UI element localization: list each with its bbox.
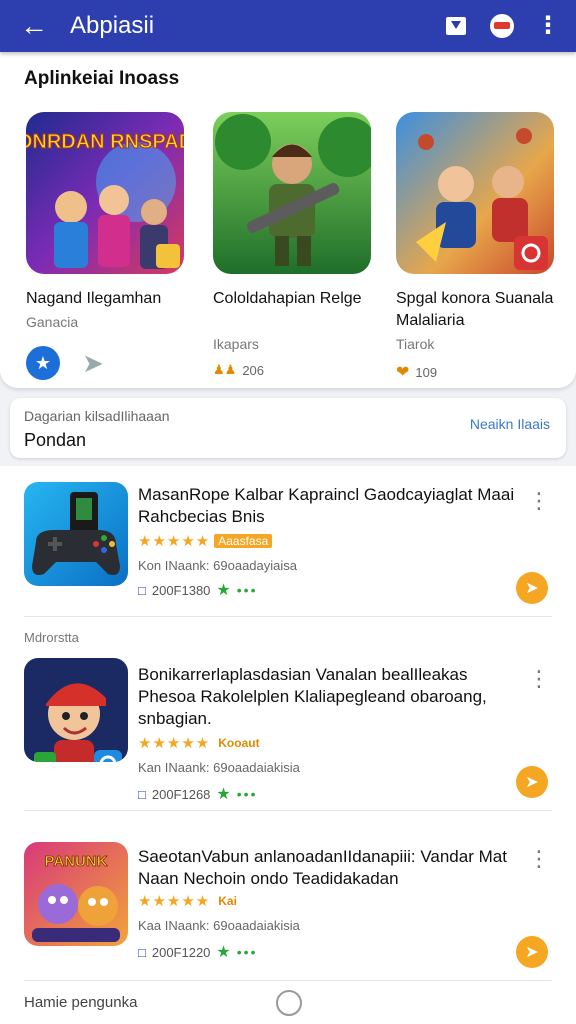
divider [24, 810, 552, 811]
list-item-code: 200F1380 [151, 582, 211, 598]
more-vert-icon[interactable]: ⋮ [528, 666, 550, 692]
filter-button[interactable] [438, 8, 474, 44]
forward-button[interactable]: ➤ [516, 766, 548, 798]
green-badge-icon: ★ [216, 944, 231, 961]
file-icon: □ [138, 944, 146, 960]
game-thumbnail[interactable] [396, 112, 554, 274]
list-item-meta: □ 200F1220 ★ ••• [138, 942, 257, 962]
featured-card-title: Cololdahapian Relge [213, 290, 362, 307]
thumbnail-art-text: KONRDAN RNSPADA [26, 131, 184, 153]
rating-tag: Kai [218, 894, 237, 908]
list-item-meta: □ 200F1380 ★ ••• [138, 580, 257, 600]
app-icon[interactable] [24, 658, 128, 762]
likes-count: 109 [415, 364, 438, 380]
players-count: 206 [242, 362, 265, 378]
dots-icon: ••• [236, 786, 258, 802]
game-thumbnail[interactable] [213, 112, 371, 274]
divider [24, 616, 552, 617]
list-item-title: MasanRope Kalbar Kapraincl Gaodcayiaglat… [138, 485, 515, 526]
dots-icon: ••• [236, 944, 258, 960]
featured-card-subtitle: Tiarok [396, 336, 435, 352]
rating: ★★★★★ Kai [138, 892, 241, 910]
featured-card[interactable]: KONRDAN RNSPADA Nagand Ilegamhan Ganacia… [26, 112, 196, 382]
more-vert-icon[interactable]: ⋮ [528, 846, 550, 872]
green-badge-icon: ★ [216, 786, 231, 803]
featured-card[interactable]: Cololdahapian Relge Ikapars ♟♟ 206 [213, 112, 383, 382]
divider [24, 980, 552, 981]
rating-stars-icon: ★★★★★ [138, 893, 211, 910]
star-badge-icon[interactable]: ★ [26, 346, 60, 380]
list-item-code: 200F1220 [151, 944, 211, 960]
more-options-button[interactable]: ⋮ [530, 8, 566, 44]
section-title: Pondan [24, 430, 87, 450]
file-icon: □ [138, 786, 146, 802]
record-icon [490, 14, 514, 38]
rating: ★★★★★ Kooaut [138, 734, 264, 752]
forward-button[interactable]: ➤ [516, 572, 548, 604]
filter-icon [446, 17, 466, 35]
app-list: MasanRope Kalbar Kapraincl Gaodcayiaglat… [0, 466, 576, 1024]
list-item-subtitle: Kon INaank: 69oaadayiaisa [138, 558, 298, 573]
dots-icon: ••• [236, 582, 258, 598]
featured-card-actions: ★ ➤ [26, 346, 108, 380]
list-item-meta: □ 200F1268 ★ ••• [138, 784, 257, 804]
forward-button[interactable]: ➤ [516, 936, 548, 968]
featured-card-title: Nagand Ilegamhan [26, 290, 162, 307]
players-icon: ♟♟ [213, 362, 237, 377]
list-item-subtitle: Kan INaank: 69oaadaiakisia [138, 760, 300, 775]
more-vert-icon[interactable]: ⋮ [528, 488, 550, 514]
icon-art-text: PANUNK [44, 853, 107, 870]
list-item-title: SaeotanVabun anlanoadanIIdanapiii: Vanda… [138, 847, 507, 888]
rating-stars-icon: ★★★★★ [138, 533, 211, 550]
featured-card-title: Spgal konora Suanala Malaliaria [396, 290, 554, 329]
forward-icon: ➤ [525, 774, 539, 791]
share-icon[interactable]: ➤ [78, 348, 108, 378]
featured-card-subtitle: Ganacia [26, 314, 79, 330]
featured-section: Aplinkeiai Inoass KONRDAN RNSPADA Nagand… [0, 52, 576, 388]
featured-card-meta: ♟♟ 206 [213, 362, 264, 378]
heart-icon: ❤ [396, 364, 410, 381]
featured-card-subtitle: Ikapars [213, 336, 259, 352]
featured-card-meta: ❤ 109 [396, 362, 437, 382]
record-button[interactable] [484, 8, 520, 44]
rating-stars-icon: ★★★★★ [138, 735, 211, 752]
app-icon[interactable] [24, 482, 128, 586]
list-item-subtitle: Kaa INaank: 69oaadaiakisia [138, 918, 300, 933]
featured-card[interactable]: Spgal konora Suanala Malaliaria Tiarok ❤… [396, 112, 566, 382]
back-arrow-icon[interactable]: ← [16, 8, 52, 44]
game-thumbnail[interactable]: KONRDAN RNSPADA [26, 112, 184, 274]
rating-tag: Aaasfasa [214, 534, 273, 548]
forward-icon: ➤ [525, 580, 539, 597]
rating: ★★★★★ Aaasfasa [138, 532, 273, 550]
section-subtitle: Dagarian kilsadIlihaaan [24, 408, 170, 424]
more-vert-icon: ⋮ [536, 12, 560, 39]
section-label: Mdrorstta [24, 630, 79, 645]
green-badge-icon: ★ [216, 582, 231, 599]
file-icon: □ [138, 582, 146, 598]
radio-button[interactable] [276, 990, 302, 1016]
section-header: Dagarian kilsadIlihaaan Pondan Neaikn Il… [10, 398, 566, 458]
featured-heading: Aplinkeiai Inoass [24, 68, 180, 89]
list-item-code: 200F1268 [151, 786, 211, 802]
bottom-label: Hamie pengunka [24, 994, 138, 1011]
forward-icon: ➤ [525, 944, 539, 961]
app-bar: ← Abpiasii ⋮ [0, 0, 576, 52]
app-bar-title: Abpiasii [70, 12, 155, 39]
see-all-link[interactable]: Neaikn Ilaais [470, 416, 550, 432]
app-icon[interactable]: PANUNK [24, 842, 128, 946]
rating-tag: Kooaut [218, 736, 260, 750]
list-item-title: Bonikarrerlaplasdasian Vanalan bealIleak… [138, 665, 487, 728]
